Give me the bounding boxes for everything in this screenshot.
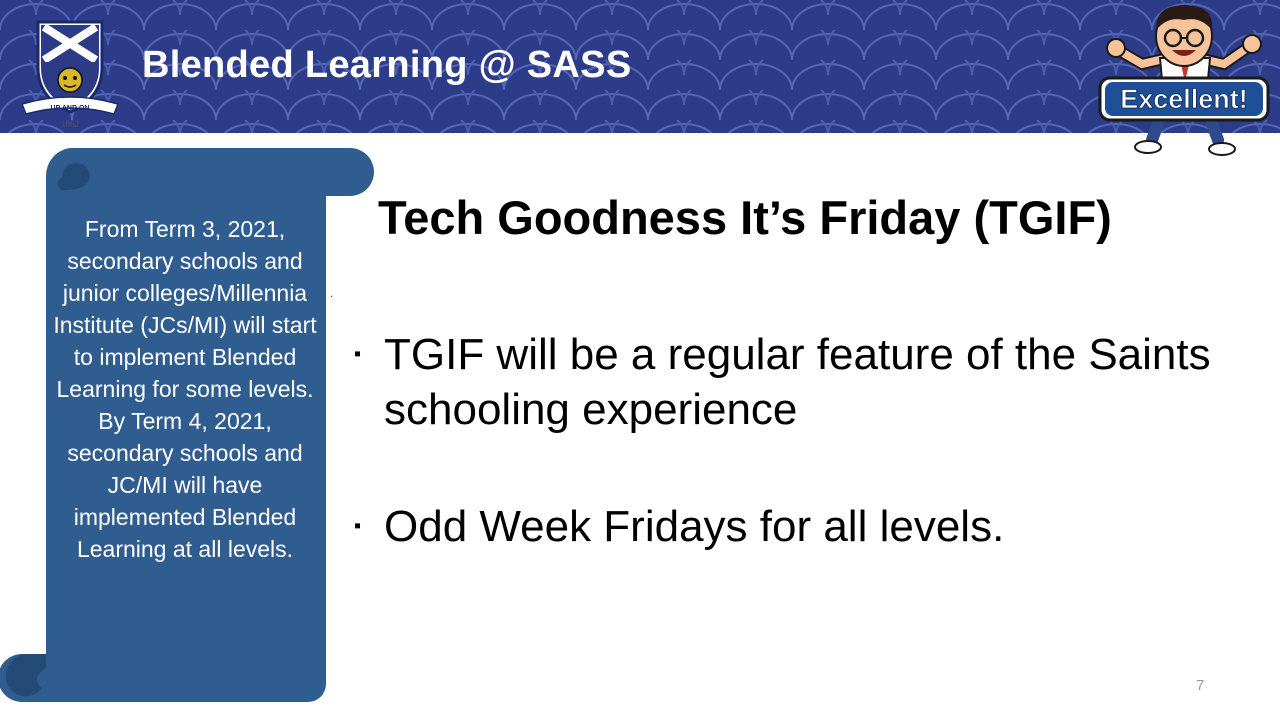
bullet-item: ▪ TGIF will be a regular feature of the …: [354, 327, 1254, 437]
crest-year: 1862: [61, 119, 79, 129]
mascot-badge-label: Excellent!: [1120, 84, 1248, 114]
stray-mark: .: [330, 286, 334, 300]
square-bullet-icon: ▪: [354, 343, 362, 365]
slide-title: Tech Goodness It’s Friday (TGIF): [378, 191, 1112, 244]
page-number: 7: [1196, 677, 1205, 694]
bullet-text: Odd Week Fridays for all levels.: [384, 502, 1005, 551]
bullet-text: TGIF will be a regular feature of the Sa…: [384, 330, 1211, 434]
banner-title: Blended Learning @ SASS: [142, 44, 632, 86]
excellent-mascot-image: Excellent!: [1098, 5, 1270, 156]
square-bullet-icon: ▪: [354, 515, 362, 537]
crest-motto: UP AND ON: [51, 105, 90, 112]
blended-learning-note: From Term 3, 2021, secondary schools and…: [53, 216, 317, 562]
bullet-list: ▪ TGIF will be a regular feature of the …: [354, 327, 1254, 616]
school-crest-logo: UP AND ON 1862: [20, 20, 120, 129]
bullet-item: ▪ Odd Week Fridays for all levels.: [354, 499, 1254, 554]
